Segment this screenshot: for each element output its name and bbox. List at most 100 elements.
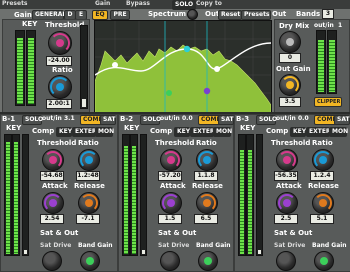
band-1-sat-button[interactable]: SAT — [100, 115, 116, 125]
key-ratio-knob[interactable] — [48, 75, 72, 99]
band-2-attack-value[interactable]: 1.5 — [158, 214, 182, 224]
out-gain-value[interactable]: 3.5 — [279, 97, 301, 107]
key-ratio-value[interactable]: 2.00:1 — [46, 99, 72, 109]
dry-mix-knob[interactable] — [279, 31, 301, 53]
band-3-release-knob[interactable] — [312, 192, 334, 214]
band-3-outin-value: 0.0 — [298, 115, 309, 122]
band-2-meter-left — [122, 134, 130, 256]
band-2-ratio-label: Ratio — [196, 139, 217, 147]
band-1-threshold-value[interactable]: -54.68 — [40, 171, 64, 181]
band-2-release-value[interactable]: 6.5 — [194, 214, 218, 224]
band-1-threshold-label: Threshold — [37, 139, 77, 147]
band-2-ratio-value[interactable]: 1.1.8 — [194, 171, 218, 181]
band-1-ratio-value[interactable]: 1.2:48 — [76, 171, 100, 181]
band-1-comp-button[interactable]: COMP — [80, 115, 103, 125]
band-3-bandgain-knob[interactable] — [314, 251, 334, 271]
gain-section-label: Gain — [14, 11, 32, 19]
band-1-release-value[interactable]: -7.1 — [76, 214, 100, 224]
clipper-button[interactable]: CLIPPER — [314, 97, 342, 107]
band-1-meter-right — [12, 134, 20, 256]
band-1-ratio-knob[interactable] — [78, 149, 100, 171]
band-3-threshold-label: Threshold — [271, 139, 311, 147]
band-3-comp-button[interactable]: COMP — [314, 115, 337, 125]
band-3-ratio-value[interactable]: 1.2.4 — [310, 171, 334, 181]
band-3-satout-tab[interactable]: Sat & Out — [274, 229, 312, 237]
eq-spectrum-display[interactable] — [94, 20, 272, 114]
band-1-attack-value[interactable]: 2.54 — [40, 214, 64, 224]
band-2-outin-label: out/in — [160, 115, 180, 122]
band-1-bandgain-knob[interactable] — [80, 251, 100, 271]
band-3-satdrive-knob[interactable] — [276, 251, 296, 271]
eq-presets-button[interactable]: Presets — [241, 10, 271, 20]
band-2-ratio-knob[interactable] — [196, 149, 218, 171]
band-3-name: B-3 — [236, 115, 250, 123]
band-2-release-label: Release — [192, 182, 223, 190]
band-1-key-button[interactable]: KEY — [56, 127, 72, 137]
key-threshold-knob[interactable] — [48, 31, 72, 55]
band-2-extern-button[interactable]: EXTERN — [190, 127, 220, 137]
eq-node-1 — [112, 62, 118, 68]
band-3-threshold-value[interactable]: -56.35 — [274, 171, 298, 181]
band-2-satdrive-knob[interactable] — [160, 251, 180, 271]
band-1-satdrive-knob[interactable] — [42, 251, 62, 271]
band-2-gr-meter — [140, 134, 147, 256]
band-1-meter-left — [4, 134, 12, 256]
band-1-satdrive-label: Sat Drive — [40, 242, 72, 249]
band-1-release-label: Release — [74, 182, 105, 190]
band-2-sat-button[interactable]: SAT — [218, 115, 234, 125]
band-3-threshold-knob[interactable] — [276, 149, 298, 171]
band-2-release-knob[interactable] — [196, 192, 218, 214]
band-1-attack-knob[interactable] — [42, 192, 64, 214]
band-2-mon-button[interactable]: MON — [213, 127, 232, 137]
band-2-comp-button[interactable]: COMP — [198, 115, 221, 125]
pre-button[interactable]: PRE — [110, 10, 130, 20]
band-2-threshold-value[interactable]: -57.20 — [158, 171, 182, 181]
band-3-sat-button[interactable]: SAT — [334, 115, 350, 125]
band-3-gr-meter — [256, 134, 263, 256]
band-1-outin-value: 3.1 — [64, 115, 75, 122]
reset-button[interactable]: Reset — [218, 10, 242, 20]
band-3-key-button[interactable]: KEY — [290, 127, 306, 137]
band-3-bandgain-label: Band Gain — [312, 242, 347, 249]
spectrum-label: Spectrum — [148, 10, 187, 18]
band-2-key-button[interactable]: KEY — [174, 127, 190, 137]
band-2-solo-button[interactable]: SOLO — [140, 115, 161, 125]
eq-node-5 — [203, 87, 211, 95]
out-gain-knob[interactable] — [279, 74, 301, 96]
presets-menu[interactable]: Presets — [2, 0, 28, 7]
copy-to-button[interactable]: Copy to — [196, 0, 222, 7]
band-2-bandgain-knob[interactable] — [198, 251, 218, 271]
band-3-mon-button[interactable]: MON — [329, 127, 348, 137]
band-1-mon-button[interactable]: MON — [95, 127, 114, 137]
band-1-bandgain-label: Band Gain — [78, 242, 113, 249]
band-3-attack-knob[interactable] — [276, 192, 298, 214]
band-1-extern-button[interactable]: EXTERN — [72, 127, 102, 137]
band-3-release-value[interactable]: 5.1 — [310, 214, 334, 224]
band-1-release-knob[interactable] — [78, 192, 100, 214]
band-3-solo-button[interactable]: SOLO — [256, 115, 277, 125]
band-2-attack-knob[interactable] — [160, 192, 182, 214]
band-2-satout-tab[interactable]: Sat & Out — [158, 229, 196, 237]
band-3-extern-button[interactable]: EXTERN — [306, 127, 336, 137]
band-1-comp-tab[interactable]: Comp — [32, 127, 54, 135]
band-1-threshold-knob[interactable] — [42, 149, 64, 171]
band-1-satout-tab[interactable]: Sat & Out — [40, 229, 78, 237]
spectrum-knob[interactable] — [187, 9, 198, 20]
band-3-ratio-knob[interactable] — [312, 149, 334, 171]
key-threshold-value[interactable]: -24.00 — [46, 56, 72, 66]
eq-button[interactable]: EQ — [92, 10, 108, 20]
band-2-threshold-label: Threshold — [155, 139, 195, 147]
band-2-comp-tab[interactable]: Comp — [150, 127, 172, 135]
out-gain-label: Out Gain — [276, 65, 311, 73]
eq-spectrum-graph[interactable] — [94, 21, 272, 114]
bands-value[interactable]: 3 — [322, 9, 334, 19]
bypass-label[interactable]: Bypass — [126, 0, 150, 7]
band-3-comp-tab[interactable]: Comp — [266, 127, 288, 135]
key-meter-right — [26, 30, 36, 106]
band-2-satdrive-label: Sat Drive — [158, 242, 190, 249]
band-3-attack-value[interactable]: 2.5 — [274, 214, 298, 224]
band-1-solo-button[interactable]: SOLO — [22, 115, 43, 125]
dry-mix-value[interactable]: 0 — [279, 53, 301, 63]
band-1-attack-label: Attack — [42, 182, 68, 190]
band-2-threshold-knob[interactable] — [160, 149, 182, 171]
